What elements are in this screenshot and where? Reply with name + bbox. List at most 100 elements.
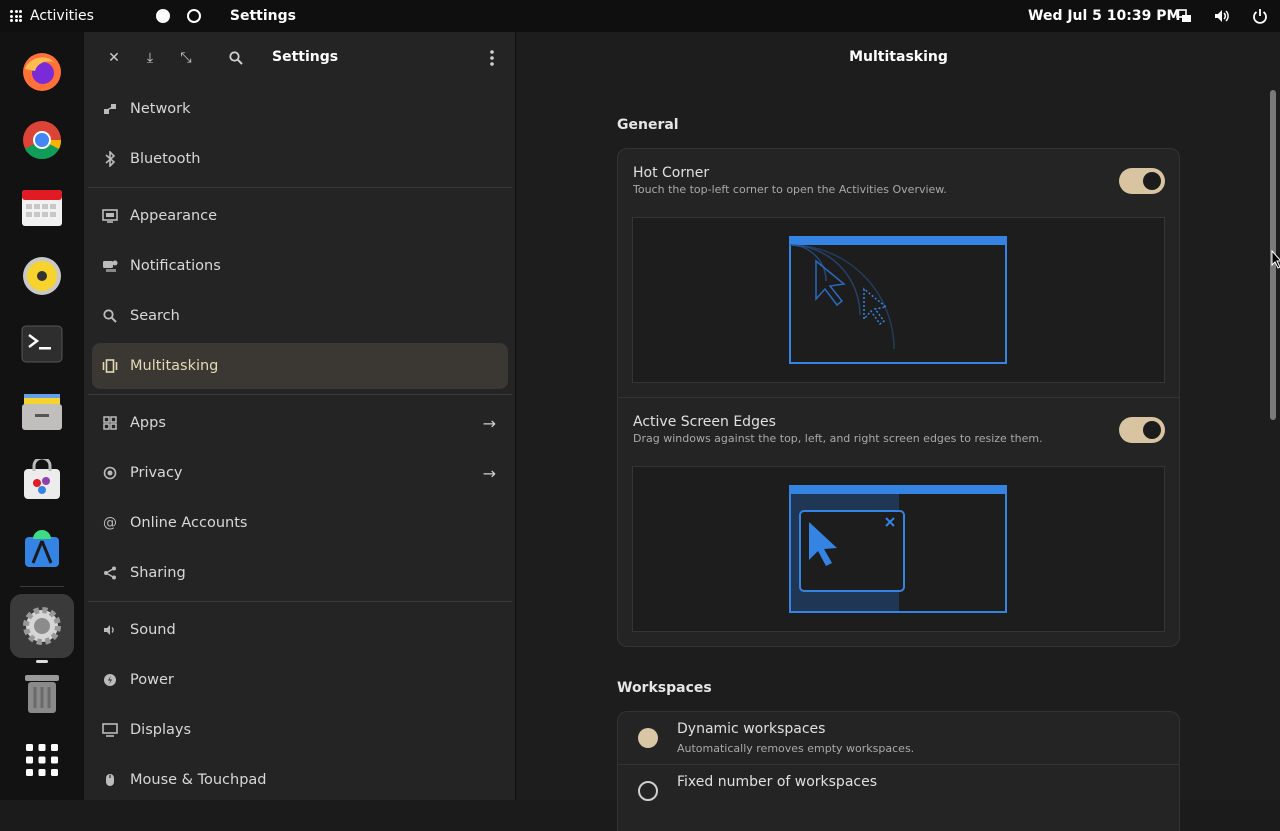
unmaximize-icon[interactable]: ⤡ [174, 46, 198, 70]
files-icon[interactable] [10, 380, 74, 444]
dynamic-workspaces-subtitle: Automatically removes empty workspaces. [677, 742, 915, 755]
bluetooth-icon [100, 151, 120, 167]
mouse-icon [100, 773, 120, 787]
sidebar-item-label: Notifications [130, 258, 221, 274]
appearance-icon [100, 209, 120, 223]
sidebar-item-label: Mouse & Touchpad [130, 772, 267, 788]
sidebar-item-label: Privacy [130, 465, 183, 481]
displays-icon [100, 723, 120, 737]
hot-corner-title: Hot Corner [633, 165, 710, 181]
screen-edges-subtitle: Drag windows against the top, left, and … [633, 432, 1043, 445]
sidebar-header: ✕ ⤓ ⤡ Settings [84, 32, 515, 84]
app-grid-dots-icon [10, 10, 22, 22]
sidebar-item-apps[interactable]: Apps → [92, 400, 508, 446]
software-icon[interactable] [10, 448, 74, 512]
screen-edges-illustration [632, 466, 1165, 632]
top-bar: Activities Settings Wed Jul 5 10:39 PM [0, 0, 1280, 32]
sidebar-item-notifications[interactable]: Notifications [92, 243, 508, 289]
hot-corner-subtitle: Touch the top-left corner to open the Ac… [633, 183, 947, 196]
screen-edges-title: Active Screen Edges [633, 414, 776, 430]
terminal-icon[interactable] [10, 312, 74, 376]
sidebar-item-label: Power [130, 672, 174, 688]
dock [0, 32, 84, 800]
sidebar-item-appearance[interactable]: Appearance [92, 193, 508, 239]
workspaces-heading: Workspaces [617, 680, 712, 696]
sidebar-item-label: Online Accounts [130, 515, 248, 531]
app-menu[interactable]: Settings [230, 8, 296, 24]
sidebar-separator [88, 394, 512, 395]
trash-icon[interactable] [10, 662, 74, 726]
fixed-workspaces-radio[interactable] [638, 781, 658, 801]
toggle-knob [1143, 421, 1161, 439]
sidebar-item-label: Apps [130, 415, 166, 431]
general-card: Hot Corner Touch the top-left corner to … [617, 148, 1180, 647]
minimize-icon[interactable]: ⤓ [138, 46, 162, 70]
activities-button[interactable]: Activities [0, 0, 94, 32]
close-icon[interactable]: ✕ [102, 46, 126, 70]
sidebar-item-privacy[interactable]: Privacy → [92, 450, 508, 496]
calendar-icon[interactable] [10, 176, 74, 240]
online-accounts-icon: @ [103, 515, 117, 531]
screen-edges-toggle[interactable] [1119, 417, 1165, 443]
android-studio-icon[interactable] [10, 516, 74, 580]
sound-icon [100, 623, 120, 637]
sidebar-item-label: Network [130, 101, 191, 117]
power-icon[interactable] [1252, 8, 1268, 24]
sidebar-item-online-accounts[interactable]: @ Online Accounts [92, 500, 508, 546]
sidebar-item-label: Appearance [130, 208, 218, 224]
mouse-pointer-icon [1271, 250, 1280, 269]
power-icon [100, 673, 120, 687]
sidebar-item-label: Bluetooth [130, 151, 201, 167]
row-separator [618, 764, 1179, 765]
settings-sidebar: ✕ ⤓ ⤡ Settings Network Bluetooth Appeara… [84, 32, 516, 800]
general-heading: General [617, 117, 679, 133]
sharing-icon [100, 566, 120, 580]
fixed-workspaces-title: Fixed number of workspaces [677, 774, 878, 790]
notifications-icon [100, 259, 120, 273]
workspace-indicator[interactable] [186, 9, 201, 23]
search-icon [100, 309, 120, 323]
row-separator [618, 397, 1179, 398]
hot-corner-toggle[interactable] [1119, 168, 1165, 194]
sidebar-item-label: Search [130, 308, 180, 324]
sidebar-separator [88, 601, 512, 602]
main-menu-button[interactable] [480, 46, 504, 70]
sidebar-separator [88, 187, 512, 188]
sidebar-item-network[interactable]: Network [92, 86, 508, 132]
settings-icon[interactable] [10, 594, 74, 663]
sidebar-item-power[interactable]: Power [92, 657, 508, 703]
multitasking-panel: Multitasking General Hot Corner Touch th… [517, 32, 1280, 831]
sidebar-item-sharing[interactable]: Sharing [92, 550, 508, 596]
system-tray[interactable] [1176, 8, 1268, 24]
sidebar-item-displays[interactable]: Displays [92, 707, 508, 753]
search-button[interactable] [224, 46, 248, 70]
sidebar-item-sound[interactable]: Sound [92, 607, 508, 653]
clock[interactable]: Wed Jul 5 10:39 PM [1028, 8, 1180, 24]
chrome-icon[interactable] [10, 108, 74, 172]
sidebar-item-bluetooth[interactable]: Bluetooth [92, 136, 508, 182]
dock-separator [20, 586, 64, 587]
rhythmbox-icon[interactable] [10, 244, 74, 308]
dynamic-workspaces-title: Dynamic workspaces [677, 721, 826, 737]
sidebar-item-search[interactable]: Search [92, 293, 508, 339]
workspace-indicator-active[interactable] [155, 9, 170, 23]
arrow-right-icon: → [482, 463, 496, 483]
sidebar-item-multitasking[interactable]: Multitasking [92, 343, 508, 389]
workspaces-card: Dynamic workspaces Automatically removes… [617, 711, 1180, 831]
sidebar-title: Settings [272, 49, 339, 65]
app-grid-icon[interactable] [10, 728, 74, 792]
sidebar-item-label: Multitasking [130, 358, 219, 374]
network-wired-icon[interactable] [1176, 8, 1192, 24]
sidebar-item-label: Sound [130, 622, 176, 638]
apps-icon [100, 416, 120, 430]
page-title: Multitasking [849, 49, 948, 65]
firefox-icon[interactable] [10, 40, 74, 104]
dynamic-workspaces-radio[interactable] [638, 728, 658, 748]
activities-label: Activities [30, 8, 94, 24]
sidebar-item-mouse-touchpad[interactable]: Mouse & Touchpad [92, 757, 508, 803]
network-icon [100, 102, 120, 116]
arrow-right-icon: → [482, 413, 496, 433]
toggle-knob [1143, 172, 1161, 190]
volume-icon[interactable] [1214, 8, 1230, 24]
sidebar-item-label: Sharing [130, 565, 186, 581]
